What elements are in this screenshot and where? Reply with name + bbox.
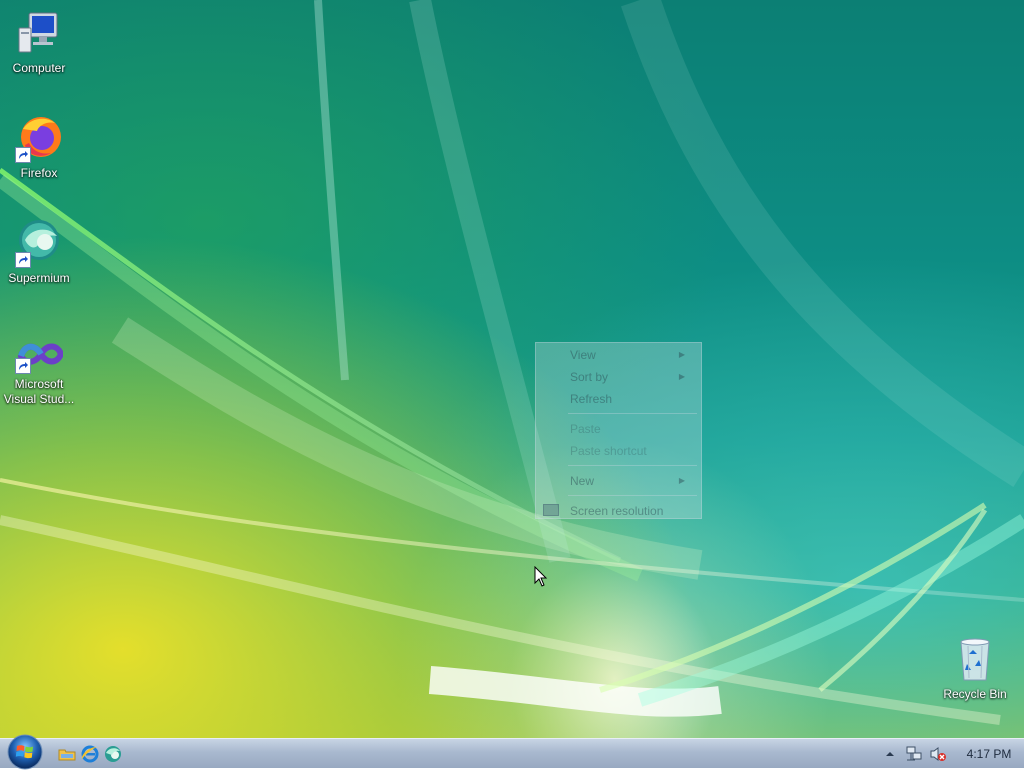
windows-logo-icon [7, 734, 43, 770]
desktop-icon-label: Firefox [20, 166, 58, 180]
menu-item-paste: Paste [570, 422, 601, 436]
mouse-cursor-icon [534, 566, 548, 587]
explorer-folder-icon [58, 749, 76, 761]
recycle-bin-icon [951, 636, 999, 684]
visual-studio-icon [15, 334, 65, 374]
desktop-icon-visual-studio[interactable]: Microsoft Visual Stud... [0, 334, 78, 407]
menu-separator [568, 465, 697, 466]
submenu-arrow-icon: ▶ [678, 372, 685, 381]
desktop-icon-supermium[interactable]: Supermium [0, 220, 78, 286]
quick-launch-explorer[interactable] [57, 744, 77, 764]
submenu-arrow-icon: ▶ [678, 350, 685, 359]
menu-item-refresh[interactable]: Refresh [570, 389, 612, 409]
desktop-icon-computer[interactable]: Computer [0, 10, 78, 76]
computer-icon [15, 10, 63, 58]
desktop-icon-recycle-bin[interactable]: Recycle Bin [936, 636, 1014, 702]
supermium-icon [15, 220, 63, 268]
desktop[interactable]: Computer Firefox Supermium Microsoft Vis… [0, 0, 1024, 738]
start-button[interactable] [6, 733, 44, 771]
menu-item-view[interactable]: View ▶ [570, 345, 695, 365]
desktop-icon-label: Microsoft Visual Stud... [3, 377, 75, 406]
network-tray-button[interactable] [905, 746, 923, 762]
desktop-context-menu[interactable]: View ▶ Sort by ▶ Refresh Paste Paste sho… [535, 342, 702, 519]
taskbar-clock[interactable]: 4:17 PM [958, 739, 1020, 769]
menu-item-paste-shortcut: Paste shortcut [570, 444, 647, 458]
desktop-icon-label: Supermium [8, 271, 70, 285]
shortcut-arrow-icon [15, 358, 31, 374]
quick-launch-internet-explorer[interactable] [80, 744, 100, 764]
menu-item-screen-resolution[interactable]: Screen resolution [570, 501, 663, 521]
firefox-icon [15, 115, 63, 163]
network-icon [906, 746, 922, 761]
desktop-icon-label: Computer [12, 61, 66, 75]
desktop-icon-label: Recycle Bin [943, 687, 1007, 701]
volume-tray-button[interactable] [929, 746, 947, 762]
taskbar: 4:17 PM [0, 734, 1024, 770]
menu-separator [568, 495, 697, 496]
show-hidden-icons-button[interactable] [884, 746, 896, 762]
show-hidden-icons-arrow [886, 752, 894, 756]
shortcut-arrow-icon [15, 147, 31, 163]
internet-explorer-icon [81, 745, 99, 763]
menu-item-sort-by[interactable]: Sort by ▶ [570, 367, 695, 387]
supermium-icon [105, 746, 121, 762]
menu-separator [568, 413, 697, 414]
menu-item-new[interactable]: New ▶ [570, 471, 695, 491]
shortcut-arrow-icon [15, 252, 31, 268]
display-icon [543, 504, 559, 516]
submenu-arrow-icon: ▶ [678, 476, 685, 485]
quick-launch-supermium[interactable] [103, 744, 123, 764]
desktop-icon-firefox[interactable]: Firefox [0, 115, 78, 181]
volume-muted-icon [930, 747, 946, 761]
wallpaper-rays [0, 0, 1024, 725]
